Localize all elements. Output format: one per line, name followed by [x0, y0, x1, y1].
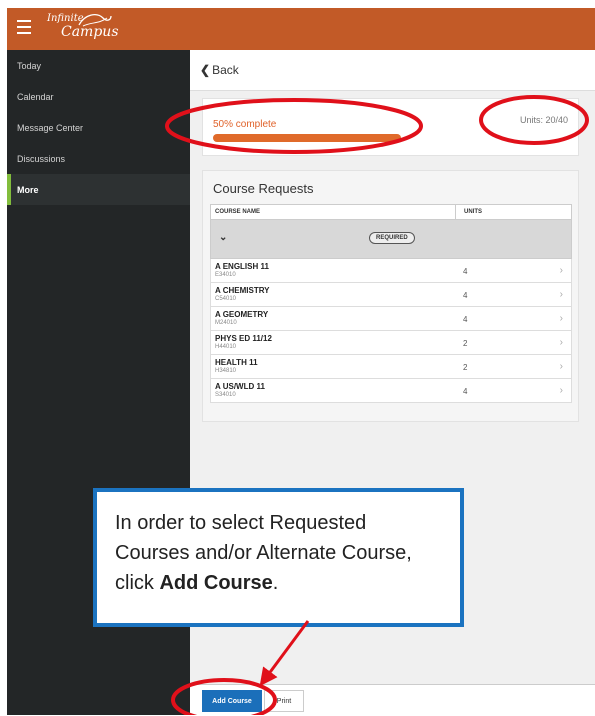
- highlight-ellipse-units: [479, 95, 589, 145]
- highlight-ellipse-progress: [165, 98, 423, 154]
- annotation-overlay: [165, 95, 589, 715]
- highlight-ellipse-add-course: [171, 678, 277, 715]
- annotation-arrow: [259, 620, 310, 687]
